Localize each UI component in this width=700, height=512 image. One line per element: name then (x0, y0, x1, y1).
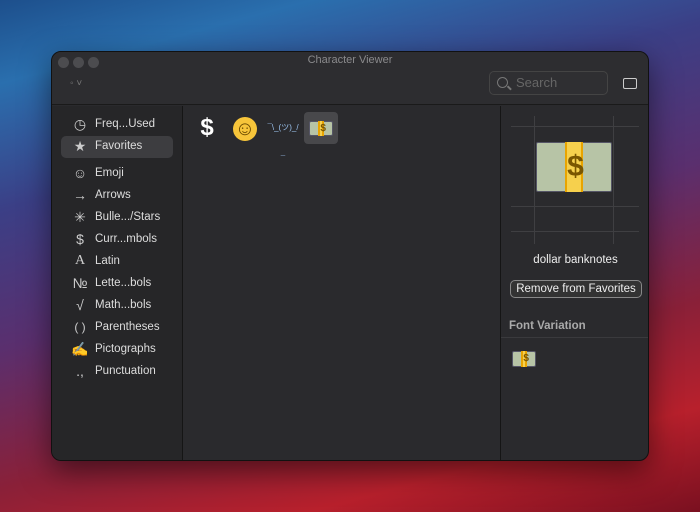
window-title: Character Viewer (307, 54, 393, 66)
latin-a-icon: A (74, 253, 86, 268)
search-icon (497, 77, 508, 88)
pictograph-icon: ✍ (71, 341, 89, 357)
sidebar-item-parentheses[interactable]: ( ) Parentheses (61, 317, 173, 339)
sidebar-item-punctuation[interactable]: ., Punctuation (61, 361, 173, 383)
character-name: dollar banknotes (533, 254, 618, 266)
sidebar-item-label: Punctuation (95, 365, 156, 377)
banknote-icon: $ (309, 121, 333, 137)
sidebar-item-label: Math...bols (95, 299, 152, 311)
sidebar-item-label: Emoji (95, 167, 124, 179)
divider (501, 337, 648, 338)
search-input[interactable]: Search (489, 71, 608, 95)
toggle-panel-icon[interactable] (623, 78, 637, 89)
sidebar-item-label: Lette...bols (95, 277, 152, 289)
smiley-icon: ☺ (72, 165, 88, 181)
sidebar-item-currency-symbols[interactable]: $ Curr...mbols (61, 229, 173, 251)
sidebar-item-emoji[interactable]: ☺ Emoji (61, 163, 173, 185)
title-bar: Character Viewer ◦ ˅ Search (52, 52, 648, 105)
sidebar-item-frequently-used[interactable]: ◷ Freq...Used (61, 114, 173, 136)
category-sidebar: ◷ Freq...Used ★ Favorites ☺ Emoji → Arrows ✳… (52, 106, 183, 460)
sidebar-item-label: Bulle.../Stars (95, 211, 161, 223)
sidebar-item-label: Latin (95, 255, 120, 267)
font-size-dropdown[interactable]: ◦ ˅ (70, 78, 82, 89)
favorite-dollar-sign[interactable]: $ (190, 112, 224, 144)
sidebar-item-label: Pictographs (95, 343, 156, 355)
character-detail-panel: $ dollar banknotes Remove from Favorites… (500, 106, 648, 460)
favorite-person-shrugging[interactable]: ¯\_(ツ)_/¯ (266, 112, 300, 164)
parentheses-icon: ( ) (74, 320, 86, 334)
character-preview: $ (511, 116, 639, 244)
dollar-icon: $ (76, 231, 84, 247)
sidebar-item-latin[interactable]: A Latin (61, 251, 173, 273)
numero-icon: № (72, 275, 88, 291)
search-placeholder: Search (516, 75, 558, 90)
sqrt-icon: √ (76, 297, 84, 313)
sidebar-item-letterlike-symbols[interactable]: № Lette...bols (61, 273, 173, 295)
sidebar-item-arrows[interactable]: → Arrows (61, 185, 173, 207)
sidebar-item-bullets-stars[interactable]: ✳ Bulle.../Stars (61, 207, 173, 229)
character-viewer-window: Character Viewer ◦ ˅ Search ◷ Freq...Used… (51, 51, 649, 461)
arrow-icon: → (73, 187, 87, 203)
font-variation-banknote[interactable]: $ (512, 351, 536, 367)
sidebar-item-label: Parentheses (95, 321, 160, 333)
star-icon: ★ (73, 138, 87, 154)
banknote-large-icon: $ (536, 142, 612, 192)
punctuation-icon: ., (76, 363, 84, 379)
character-grid: $ ☺ ¯\_(ツ)_/¯ $ (184, 106, 500, 460)
sidebar-item-label: Freq...Used (95, 118, 156, 130)
favorite-dollar-banknotes[interactable]: $ (304, 112, 338, 144)
remove-from-favorites-button[interactable]: Remove from Favorites (510, 280, 642, 298)
asterisk-icon: ✳ (74, 209, 86, 225)
sidebar-item-pictographs[interactable]: ✍ Pictographs (61, 339, 173, 361)
clock-icon: ◷ (73, 116, 87, 132)
sidebar-item-favorites[interactable]: ★ Favorites (61, 136, 173, 158)
favorite-slightly-smiling-face[interactable]: ☺ (228, 112, 262, 144)
smiley-face-icon: ☺ (233, 116, 257, 141)
sidebar-item-math-symbols[interactable]: √ Math...bols (61, 295, 173, 317)
sidebar-item-label: Curr...mbols (95, 233, 157, 245)
sidebar-item-label: Favorites (95, 140, 143, 152)
sidebar-item-label: Arrows (95, 189, 131, 201)
font-variation-heading: Font Variation (509, 320, 586, 332)
